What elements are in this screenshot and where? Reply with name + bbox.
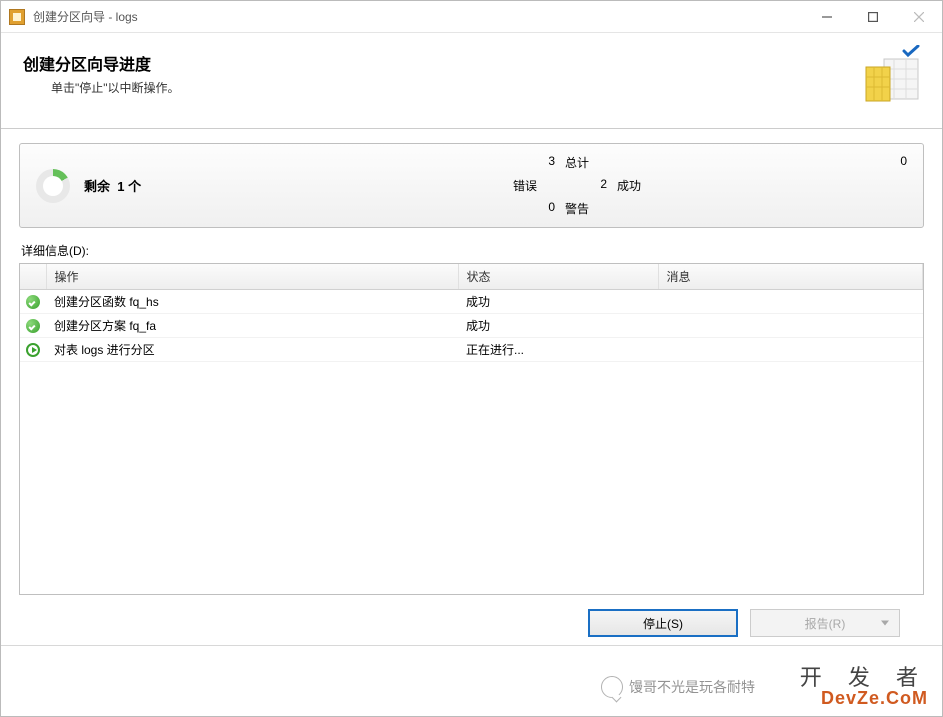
separator: [1, 645, 942, 646]
page-subtitle: 单击"停止"以中断操作。: [51, 79, 920, 96]
watermark-dev-line2: DevZe.CoM: [800, 689, 928, 708]
cell-message: [658, 314, 923, 338]
details-table: 操作 状态 消息 创建分区函数 fq_hs 成功 创建分区方案 fq_fa 成功: [20, 264, 923, 362]
success-icon: [26, 319, 40, 333]
stats-grid: 3 总计 0 错误 2 成功 0 警告: [513, 154, 907, 217]
warning-label: 警告: [565, 200, 607, 217]
success-count: 2: [565, 177, 607, 194]
table-row[interactable]: 对表 logs 进行分区 正在进行...: [20, 338, 923, 362]
table-header-row: 操作 状态 消息: [20, 264, 923, 290]
stop-button[interactable]: 停止(S): [588, 609, 738, 637]
progress-summary: 剩余 1 个 3 总计 0 错误 2 成功 0 警告: [19, 143, 924, 228]
col-operation[interactable]: 操作: [46, 264, 458, 290]
running-icon: [26, 343, 40, 357]
page-title: 创建分区向导进度: [23, 51, 920, 75]
details-table-wrap[interactable]: 操作 状态 消息 创建分区函数 fq_hs 成功 创建分区方案 fq_fa 成功: [19, 263, 924, 595]
watermark-dev-line1: 开 发 者: [800, 666, 928, 689]
chevron-down-icon: [881, 621, 889, 626]
col-message[interactable]: 消息: [658, 264, 923, 290]
wechat-icon: [601, 676, 623, 698]
table-row[interactable]: 创建分区函数 fq_hs 成功: [20, 290, 923, 314]
error-label: 错误: [513, 177, 555, 194]
footer-buttons: 停止(S) 报告(R): [19, 595, 924, 637]
success-icon: [26, 295, 40, 309]
warning-count: 0: [513, 200, 555, 217]
cell-operation: 创建分区函数 fq_hs: [46, 290, 458, 314]
minimize-button[interactable]: [804, 1, 850, 33]
window-title: 创建分区向导 - logs: [33, 8, 138, 25]
cell-operation: 对表 logs 进行分区: [46, 338, 458, 362]
cell-status: 成功: [458, 314, 658, 338]
watermark-chat: 馒哥不光是玩各耐特: [601, 676, 755, 698]
remaining-label: 剩余 1 个: [84, 176, 141, 195]
details-label: 详细信息(D):: [21, 242, 924, 259]
maximize-button[interactable]: [850, 1, 896, 33]
app-icon: [9, 9, 25, 25]
col-status[interactable]: 状态: [458, 264, 658, 290]
total-count: 3: [513, 154, 555, 171]
cell-status: 正在进行...: [458, 338, 658, 362]
table-row[interactable]: 创建分区方案 fq_fa 成功: [20, 314, 923, 338]
progress-spinner-icon: [36, 169, 70, 203]
close-button[interactable]: [896, 1, 942, 33]
cell-message: [658, 338, 923, 362]
report-button-label: 报告(R): [805, 615, 846, 632]
wizard-content: 剩余 1 个 3 总计 0 错误 2 成功 0 警告 详细信息(D): 操作: [1, 129, 942, 653]
success-label: 成功: [617, 177, 757, 194]
total-label: 总计: [565, 154, 607, 171]
titlebar: 创建分区向导 - logs: [1, 1, 942, 33]
watermark-chat-text: 馒哥不光是玩各耐特: [629, 677, 755, 697]
wizard-hero-icon: [860, 45, 924, 109]
watermark-dev: 开 发 者 DevZe.CoM: [800, 666, 928, 708]
error-count: 0: [767, 154, 907, 171]
cell-operation: 创建分区方案 fq_fa: [46, 314, 458, 338]
report-button: 报告(R): [750, 609, 900, 637]
stop-button-label: 停止(S): [643, 615, 683, 632]
cell-message: [658, 290, 923, 314]
cell-status: 成功: [458, 290, 658, 314]
wizard-header: 创建分区向导进度 单击"停止"以中断操作。: [1, 33, 942, 129]
